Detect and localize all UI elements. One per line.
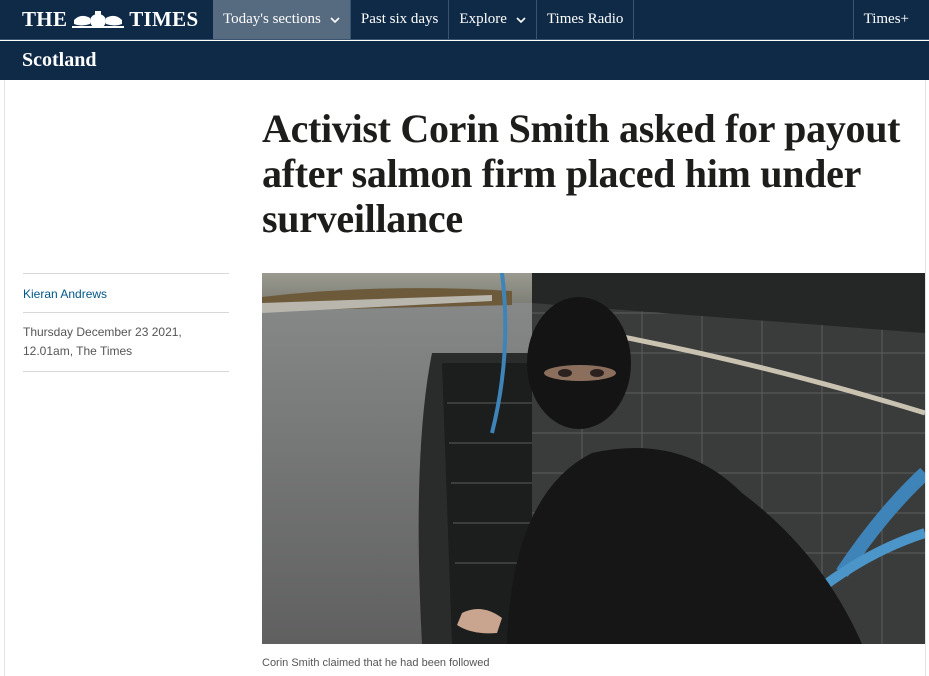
byline-divider-bottom — [23, 371, 229, 372]
publish-time-source: 12.01am, The Times — [23, 344, 133, 358]
hero-photo — [262, 273, 925, 644]
publish-date: Thursday December 23 2021, — [23, 325, 182, 339]
nav-todays-sections[interactable]: Today's sections — [213, 0, 351, 39]
logo-text-times: TIMES — [129, 7, 199, 31]
nav-times-radio[interactable]: Times Radio — [537, 0, 635, 39]
section-bar: Scotland — [0, 41, 929, 80]
nav-times-radio-label: Times Radio — [546, 11, 624, 27]
nav-explore[interactable]: Explore — [449, 0, 537, 39]
article-hero-image — [262, 273, 925, 644]
image-caption: Corin Smith claimed that he had been fol… — [262, 657, 490, 669]
chevron-down-icon — [516, 16, 526, 23]
nav-todays-sections-label: Today's sections — [223, 11, 321, 27]
top-nav-bar: THE TIMES Today's sections Past six days… — [0, 0, 929, 40]
chevron-down-icon — [330, 16, 340, 23]
nav-past-six-days[interactable]: Past six days — [351, 0, 450, 39]
nav-times-plus-label: Times+ — [863, 11, 909, 27]
times-logo[interactable]: THE TIMES — [0, 0, 213, 39]
author-link[interactable]: Kieran Andrews — [23, 274, 229, 312]
byline-column: Kieran Andrews Thursday December 23 2021… — [23, 273, 229, 372]
nav-explore-label: Explore — [459, 11, 507, 27]
nav-times-plus[interactable]: Times+ — [852, 0, 929, 39]
article-headline: Activist Corin Smith asked for payout af… — [262, 106, 901, 241]
section-title[interactable]: Scotland — [22, 49, 96, 72]
crest-icon — [72, 10, 125, 28]
page-border-left — [4, 80, 5, 676]
publish-dateline: Thursday December 23 2021, 12.01am, The … — [23, 313, 229, 371]
logo-text-the: THE — [22, 7, 68, 31]
nav-past-six-days-label: Past six days — [360, 11, 439, 27]
